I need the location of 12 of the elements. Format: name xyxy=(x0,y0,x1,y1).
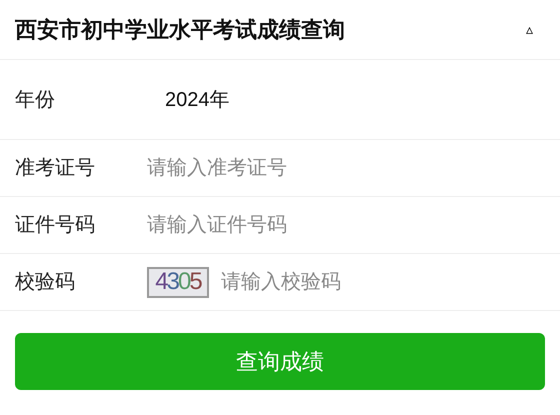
page-title: 西安市初中学业水平考试成绩查询 xyxy=(15,16,345,44)
field-label: 证件号码 xyxy=(15,213,96,238)
collapse-toggle[interactable]: ▵ xyxy=(526,19,533,40)
input-field[interactable]: 请输入准考证号 xyxy=(147,153,545,183)
captcha-image[interactable]: 4305 xyxy=(147,266,209,298)
input-field[interactable]: 请输入证件号码 xyxy=(147,210,545,240)
field-label: 校验码 xyxy=(15,270,76,295)
input-field[interactable]: 请输入校验码 xyxy=(221,267,545,297)
field-label: 准考证号 xyxy=(15,156,96,181)
field-value: 2024年 xyxy=(165,88,230,112)
submit-button[interactable]: 查询成绩 xyxy=(15,333,545,390)
field-label: 年份 xyxy=(15,88,56,112)
